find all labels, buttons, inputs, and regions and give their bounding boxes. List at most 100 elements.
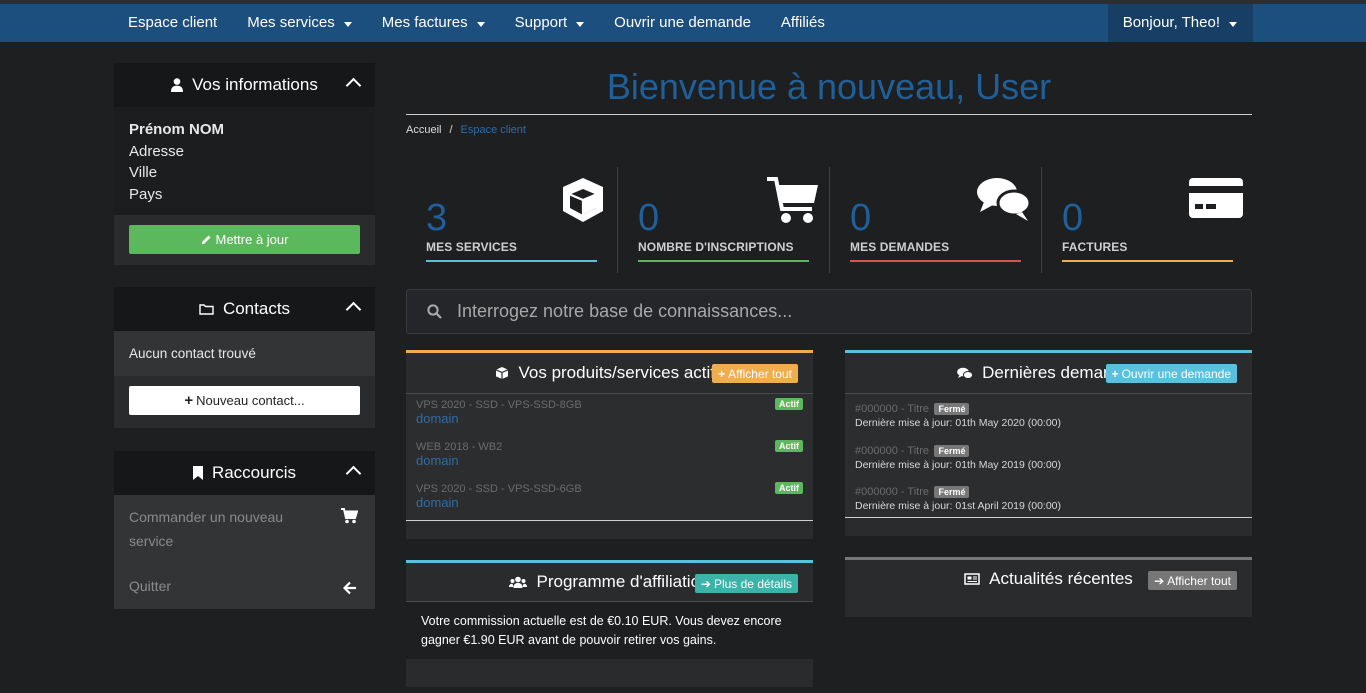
ticket-updated: Dernière mise à jour: 01th May 2019 (00:… — [855, 459, 1062, 471]
nav-mes-factures[interactable]: Mes factures — [367, 4, 500, 42]
breadcrumb-current: Espace client — [460, 124, 526, 136]
nav-affilies-label: Affiliés — [780, 14, 825, 31]
new-contact-button[interactable]: + Nouveau contact... — [129, 386, 360, 415]
no-contacts-text: Aucun contact trouvé — [114, 331, 375, 376]
list-item[interactable]: #000000 - Titre Fermé Dernière mise à jo… — [845, 394, 1252, 436]
products-card-header: Vos produits/services actifs + Afficher t… — [406, 353, 813, 393]
stat-tickets[interactable]: 0 MES DEMANDES — [830, 167, 1042, 273]
nav-support-label: Support — [514, 14, 568, 31]
nav-user-menu[interactable]: Bonjour, Theo! — [1107, 4, 1253, 42]
caret-down-icon — [576, 21, 585, 27]
ticket-updated: Dernière mise à jour: 01st April 2019 (0… — [855, 500, 1062, 512]
status-badge: Fermé — [934, 403, 970, 415]
status-badge: Actif — [775, 440, 803, 452]
tickets-card-header: Dernières demandes + Ouvrir une demande — [845, 353, 1252, 393]
stat-services[interactable]: 3 MES SERVICES — [406, 167, 618, 273]
caret-down-icon — [1229, 21, 1237, 27]
stat-services-label: MES SERVICES — [426, 240, 518, 254]
news-card-title: Actualités récentes — [989, 569, 1133, 588]
news-card: Actualités récentes ➔ Afficher tout — [845, 557, 1252, 617]
new-contact-button-label: Nouveau contact... — [196, 393, 305, 408]
stat-invoices[interactable]: 0 FACTURES — [1042, 167, 1254, 273]
shortcut-order-service[interactable]: Commander un nouveau service — [114, 495, 375, 560]
contacts-panel-header[interactable]: Contacts — [114, 287, 375, 331]
client-address: Adresse — [129, 142, 185, 160]
nav-mes-services-label: Mes services — [247, 14, 335, 31]
plus-icon: + — [184, 392, 194, 409]
stat-registrations-bar — [638, 260, 809, 262]
newspaper-icon — [964, 573, 980, 585]
update-button[interactable]: Mettre à jour — [129, 225, 360, 254]
product-name: VPS 2020 - SSD - VPS-SSD-8GB — [416, 399, 582, 411]
page-title: Bienvenue à nouveau, User — [606, 66, 1052, 107]
affiliate-card-header: Programme d'affiliation ➔ Plus de détails — [406, 563, 813, 601]
breadcrumb-home[interactable]: Accueil — [406, 124, 441, 136]
comments-icon — [957, 367, 974, 380]
search-placeholder: Interrogez notre base de connaissances..… — [457, 301, 793, 321]
pencil-icon — [201, 234, 212, 245]
nav-espace-client-label: Espace client — [128, 14, 218, 31]
open-ticket-label: Ouvrir une demande — [1121, 366, 1231, 381]
product-domain-link[interactable]: domain — [416, 495, 803, 510]
product-domain-link[interactable]: domain — [416, 453, 803, 468]
chevron-up-icon[interactable] — [345, 77, 362, 94]
open-ticket-button[interactable]: + Ouvrir une demande — [1105, 364, 1237, 383]
status-badge: Actif — [775, 482, 803, 494]
chevron-up-icon[interactable] — [345, 301, 362, 318]
comments-icon — [976, 175, 1032, 228]
nav-espace-client[interactable]: Espace client — [113, 4, 232, 42]
shortcuts-panel-header[interactable]: Raccourcis — [114, 451, 375, 495]
products-show-all-label: Afficher tout — [728, 366, 792, 381]
cube-icon — [558, 175, 608, 230]
nav-ouvrir-demande[interactable]: Ouvrir une demande — [599, 4, 766, 42]
bookmark-icon — [192, 466, 203, 480]
navbar-left-fill — [0, 4, 113, 42]
nav-mes-services[interactable]: Mes services — [232, 4, 367, 42]
arrow-left-icon — [342, 578, 357, 602]
list-item[interactable]: VPS 2020 - SSD - VPS-SSD-8GB domain Acti… — [406, 394, 813, 436]
shortcut-order-label: Commander un nouveau service — [129, 509, 284, 549]
cart-icon — [341, 507, 359, 531]
shortcuts-panel-title: Raccourcis — [211, 463, 297, 482]
update-button-label: Mettre à jour — [215, 232, 289, 247]
status-badge: Fermé — [934, 486, 970, 498]
product-domain-link[interactable]: domain — [416, 411, 803, 426]
shortcut-logout[interactable]: Quitter — [114, 560, 375, 604]
affiliate-details-label: Plus de détails — [713, 576, 792, 591]
plus-icon: + — [718, 366, 726, 381]
top-navbar: Espace client Mes services Mes factures … — [113, 4, 1253, 42]
nav-ouvrir-demande-label: Ouvrir une demande — [614, 14, 751, 31]
products-show-all-button[interactable]: + Afficher tout — [712, 364, 798, 383]
arrow-right-icon: ➔ — [1154, 573, 1165, 588]
shortcut-logout-label: Quitter — [129, 578, 172, 594]
navbar-right-fill — [1253, 4, 1366, 42]
nav-affilies[interactable]: Affiliés — [766, 4, 840, 42]
caret-down-icon — [343, 21, 352, 27]
users-icon — [509, 576, 528, 589]
nav-support[interactable]: Support — [500, 4, 600, 42]
products-card-title: Vos produits/services actifs — [518, 363, 724, 382]
stat-registrations[interactable]: 0 NOMBRE D'INSCRIPTIONS — [618, 167, 830, 273]
affiliate-text: Votre commission actuelle est de €0.10 E… — [406, 602, 813, 659]
list-item[interactable]: VPS 2020 - SSD - VPS-SSD-6GB domain Acti… — [406, 478, 813, 520]
breadcrumb: Accueil / Espace client — [406, 124, 526, 136]
list-item[interactable]: #000000 - Titre Fermé Dernière mise à jo… — [845, 436, 1252, 477]
list-item[interactable]: #000000 - Titre Fermé Dernière mise à jo… — [845, 477, 1252, 517]
knowledgebase-search[interactable]: Interrogez notre base de connaissances..… — [406, 289, 1252, 334]
list-item[interactable]: WEB 2018 - WB2 domain Actif — [406, 436, 813, 478]
affiliate-details-button[interactable]: ➔ Plus de détails — [694, 574, 798, 593]
stat-registrations-value: 0 — [638, 197, 660, 239]
client-city: Ville — [129, 164, 158, 181]
chevron-up-icon[interactable] — [345, 465, 362, 482]
tickets-list: #000000 - Titre Fermé Dernière mise à jo… — [845, 394, 1252, 518]
tickets-card: Dernières demandes + Ouvrir une demande #… — [845, 350, 1252, 536]
cube-icon — [495, 366, 509, 380]
info-details: Prénom NOM Adresse Ville Pays — [114, 107, 375, 215]
news-show-all-button[interactable]: ➔ Afficher tout — [1148, 571, 1237, 590]
title-divider — [406, 114, 1252, 115]
info-panel-header[interactable]: Vos informations — [114, 63, 375, 107]
ticket-updated: Dernière mise à jour: 01th May 2020 (00:… — [855, 417, 1062, 429]
ticket-ref: #000000 - Titre — [855, 445, 929, 457]
stat-tickets-label: MES DEMANDES — [850, 240, 950, 254]
shortcuts-panel: Raccourcis Commander un nouveau service … — [114, 451, 375, 609]
